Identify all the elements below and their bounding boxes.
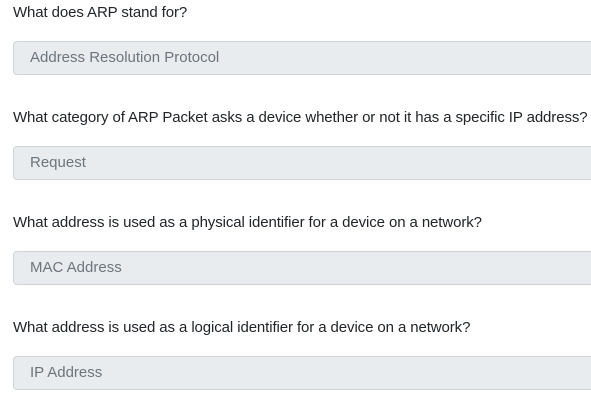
answer-field[interactable]: Request bbox=[13, 146, 591, 180]
question-list: What does ARP stand for? Address Resolut… bbox=[0, 0, 591, 420]
question-block: What category of ARP Packet asks a devic… bbox=[0, 105, 591, 210]
question-text: What address is used as a logical identi… bbox=[13, 319, 471, 336]
answer-field[interactable]: MAC Address bbox=[13, 251, 591, 285]
question-block: What address is used as a logical identi… bbox=[0, 315, 591, 420]
answer-field[interactable]: Address Resolution Protocol bbox=[13, 41, 591, 75]
question-block: What address is used as a physical ident… bbox=[0, 210, 591, 315]
question-text: What category of ARP Packet asks a devic… bbox=[13, 109, 588, 126]
question-text: What address is used as a physical ident… bbox=[13, 214, 482, 231]
answer-value: Request bbox=[30, 154, 86, 171]
answer-value: IP Address bbox=[30, 364, 103, 381]
answer-value: MAC Address bbox=[30, 259, 122, 276]
answer-field[interactable]: IP Address bbox=[13, 356, 591, 390]
answer-value: Address Resolution Protocol bbox=[30, 49, 220, 66]
question-block: What does ARP stand for? Address Resolut… bbox=[0, 0, 591, 105]
question-text: What does ARP stand for? bbox=[13, 4, 188, 21]
